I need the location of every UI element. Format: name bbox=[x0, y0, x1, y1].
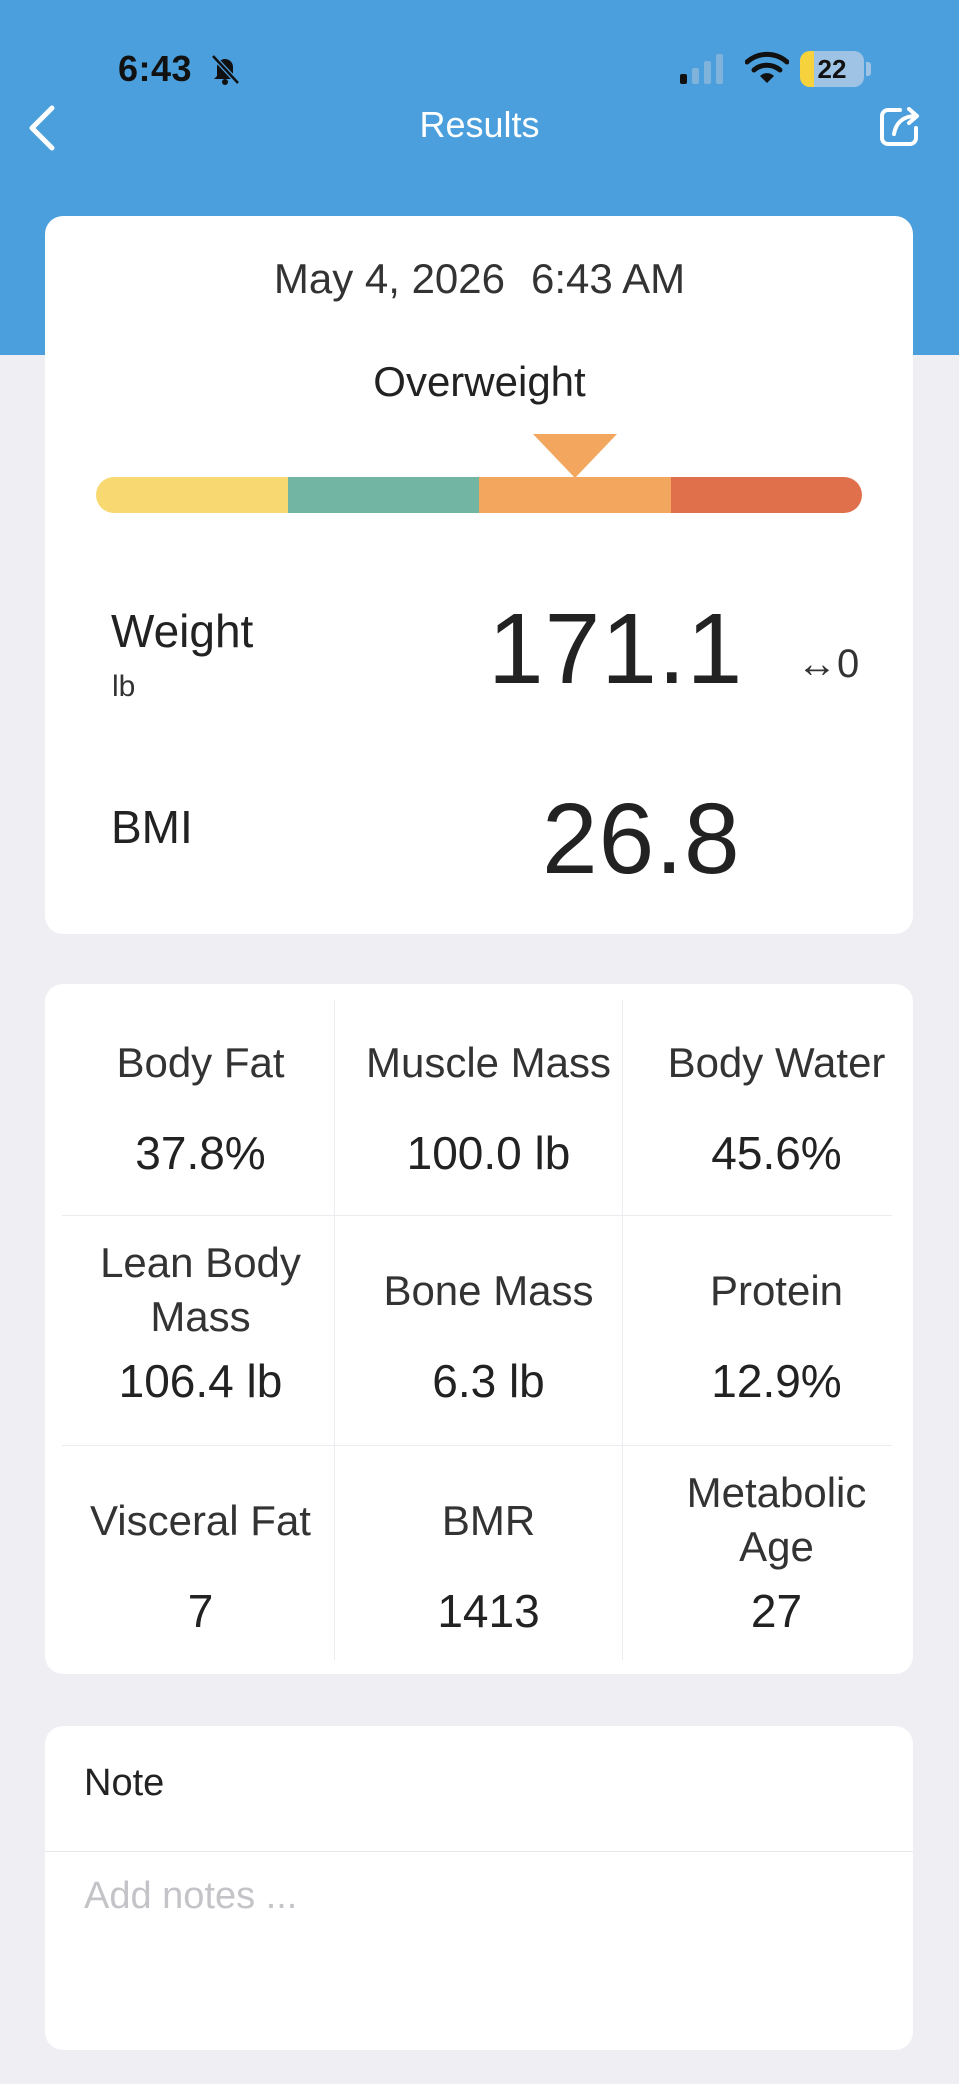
metric-body-fat: Body Fat 37.8% bbox=[62, 1000, 339, 1230]
bmi-segment-0 bbox=[96, 477, 288, 513]
note-title: Note bbox=[84, 1762, 165, 1804]
battery-tip bbox=[866, 62, 871, 76]
weight-change: ↔0 bbox=[797, 642, 860, 686]
bell-slash-icon bbox=[211, 54, 240, 85]
metric-muscle-mass: Muscle Mass 100.0 lb bbox=[350, 1000, 627, 1230]
metric-label: Bone Mass bbox=[383, 1267, 594, 1314]
weight-value: 171.1 bbox=[488, 593, 744, 705]
metric-visceral-fat: Visceral Fat 7 bbox=[62, 1458, 339, 1688]
measurement-time: 6:43 AM bbox=[531, 255, 686, 302]
bmi-pointer-icon bbox=[533, 434, 617, 478]
metric-value: 6.3 lb bbox=[432, 1355, 545, 1407]
bmi-label: BMI bbox=[111, 801, 193, 853]
metric-label: Protein bbox=[709, 1267, 844, 1314]
metrics-grid: Body Fat 37.8% Muscle Mass 100.0 lb Body… bbox=[62, 1000, 892, 1660]
weight-label: Weight bbox=[111, 605, 254, 657]
battery-icon: 22 bbox=[800, 51, 872, 87]
page-title: Results bbox=[419, 104, 540, 145]
metric-metabolic-age: Metabolic Age 27 bbox=[638, 1458, 915, 1688]
metric-value: 100.0 lb bbox=[406, 1127, 571, 1179]
metric-lean-body-mass: Lean Body Mass 106.4 lb bbox=[62, 1228, 339, 1458]
weight-unit: lb bbox=[112, 670, 136, 703]
metric-label: Body Water bbox=[667, 1039, 886, 1086]
wifi-icon bbox=[745, 51, 789, 83]
share-icon bbox=[880, 107, 919, 146]
metric-label: Visceral Fat bbox=[90, 1497, 311, 1544]
metric-body-water: Body Water 45.6% bbox=[638, 1000, 915, 1230]
bmi-segment-1 bbox=[287, 477, 479, 513]
metric-label: BMR bbox=[441, 1497, 536, 1544]
metric-label: Metabolic Age bbox=[686, 1469, 867, 1570]
measurement-date: May 4, 2026 bbox=[273, 255, 506, 302]
battery-body: 22 bbox=[800, 51, 864, 87]
metric-value: 27 bbox=[750, 1585, 803, 1637]
note-divider bbox=[45, 1851, 913, 1852]
bmi-category: Overweight bbox=[373, 358, 586, 405]
battery-level: 22 bbox=[817, 54, 847, 84]
metric-value: 12.9% bbox=[711, 1355, 842, 1407]
metric-bone-mass: Bone Mass 6.3 lb bbox=[350, 1228, 627, 1458]
measurement-datetime: May 4, 2026 6:43 AM bbox=[0, 255, 959, 303]
metric-value: 106.4 lb bbox=[118, 1355, 283, 1407]
metric-protein: Protein 12.9% bbox=[638, 1228, 915, 1458]
results-screen: { "status_bar": { "time": "6:43", "icons… bbox=[0, 0, 959, 2084]
metric-bmr: BMR 1413 bbox=[350, 1458, 627, 1688]
metric-value: 7 bbox=[187, 1585, 214, 1637]
metric-label: Lean Body Mass bbox=[100, 1239, 301, 1340]
status-time: 6:43 bbox=[118, 48, 193, 89]
metric-value: 45.6% bbox=[711, 1127, 842, 1179]
cellular-signal-icon bbox=[680, 54, 723, 84]
bmi-scale-bar bbox=[96, 477, 862, 513]
metric-label: Muscle Mass bbox=[365, 1039, 612, 1086]
bmi-segment-3 bbox=[670, 477, 862, 513]
bmi-segment-2 bbox=[479, 477, 671, 513]
metric-label: Body Fat bbox=[116, 1039, 285, 1086]
bmi-value: 26.8 bbox=[542, 783, 741, 895]
share-button[interactable] bbox=[876, 102, 924, 150]
notes-input[interactable] bbox=[84, 1866, 884, 1926]
metric-value: 37.8% bbox=[135, 1127, 266, 1179]
metric-value: 1413 bbox=[437, 1585, 540, 1637]
